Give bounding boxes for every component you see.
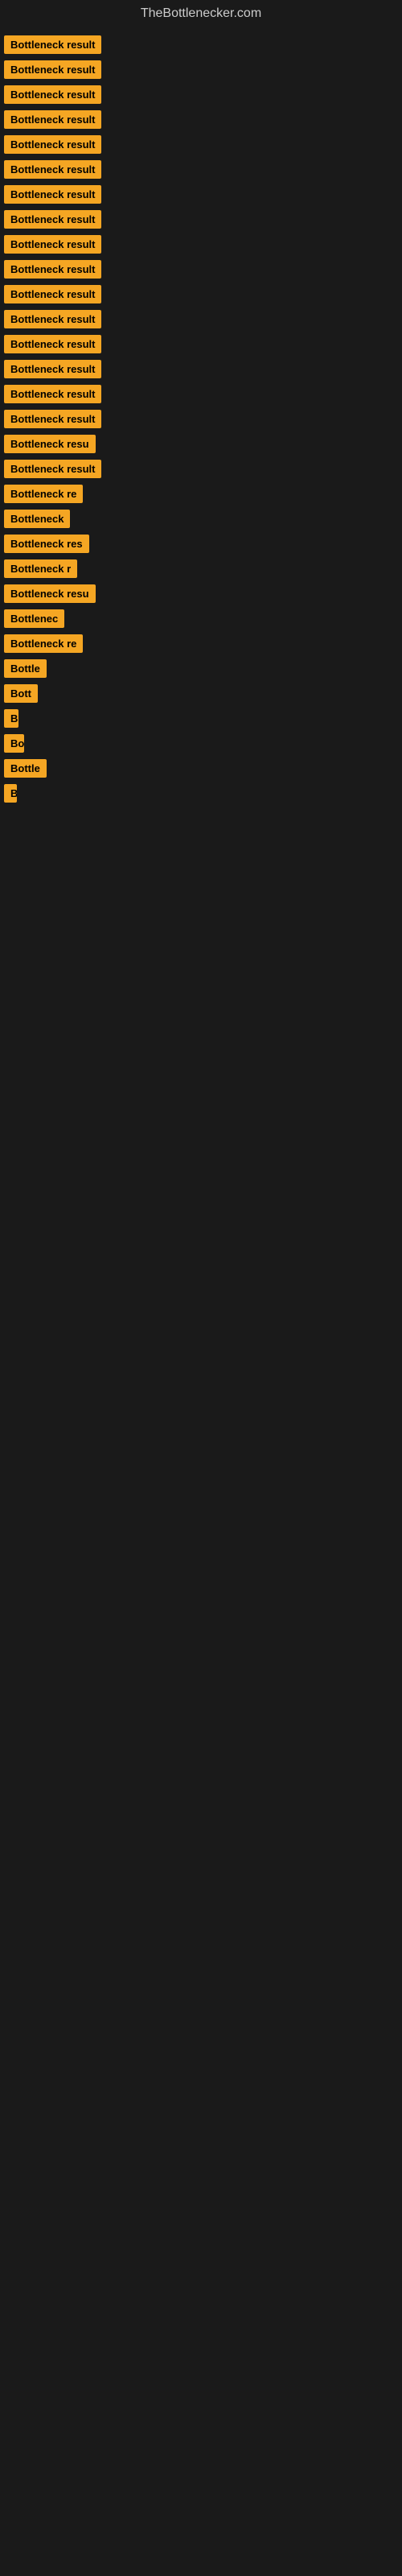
bottleneck-badge[interactable]: Bottleneck resu xyxy=(4,435,96,453)
list-item: Bottleneck result xyxy=(4,410,398,428)
list-item: Bottleneck res xyxy=(4,535,398,553)
bottleneck-badge[interactable]: B xyxy=(4,709,18,728)
bottleneck-badge[interactable]: Bottleneck result xyxy=(4,360,101,378)
bottleneck-badge[interactable]: Bottleneck result xyxy=(4,210,101,229)
list-item: Bott xyxy=(4,684,398,703)
list-item: Bottleneck result xyxy=(4,185,398,204)
list-item: Bottleneck result xyxy=(4,210,398,229)
bottleneck-badge[interactable]: Bottleneck result xyxy=(4,335,101,353)
bottleneck-badge[interactable]: Bottleneck result xyxy=(4,410,101,428)
bottleneck-badge[interactable]: Bottleneck result xyxy=(4,160,101,179)
bottleneck-badge[interactable]: Bottle xyxy=(4,759,47,778)
bottleneck-badge[interactable]: Bottleneck result xyxy=(4,260,101,279)
bottleneck-badge[interactable]: Bottlenec xyxy=(4,609,64,628)
list-item: B xyxy=(4,709,398,728)
list-item: Bottleneck result xyxy=(4,285,398,303)
list-item: Bottleneck result xyxy=(4,85,398,104)
list-item: Bottleneck result xyxy=(4,335,398,353)
site-title: TheBottlenecker.com xyxy=(0,0,402,27)
list-item: Bottleneck result xyxy=(4,310,398,328)
bottleneck-badge[interactable]: Bo xyxy=(4,734,24,753)
bottleneck-badge[interactable]: Bottle xyxy=(4,659,47,678)
bottleneck-badge[interactable]: Bott xyxy=(4,684,38,703)
bottleneck-badge[interactable]: Bottleneck result xyxy=(4,35,101,54)
bottleneck-badge[interactable]: Bottleneck result xyxy=(4,235,101,254)
bottleneck-badge[interactable]: Bottleneck result xyxy=(4,285,101,303)
bottleneck-badge[interactable]: Bottleneck result xyxy=(4,135,101,154)
list-item: Bottle xyxy=(4,759,398,778)
list-item: Bottleneck result xyxy=(4,460,398,478)
bottleneck-badge[interactable]: Bottleneck result xyxy=(4,385,101,403)
list-item: Bottlenec xyxy=(4,609,398,628)
list-item: Bottleneck re xyxy=(4,485,398,503)
bottleneck-badge[interactable]: Bottleneck result xyxy=(4,85,101,104)
bottleneck-badge[interactable]: Bottleneck re xyxy=(4,634,83,653)
bottleneck-badge[interactable]: B xyxy=(4,784,17,803)
bottleneck-badge[interactable]: Bottleneck resu xyxy=(4,584,96,603)
bottleneck-badge[interactable]: Bottleneck result xyxy=(4,460,101,478)
bottleneck-badge[interactable]: Bottleneck re xyxy=(4,485,83,503)
items-container: Bottleneck result Bottleneck result Bottle… xyxy=(0,27,402,817)
list-item: Bottleneck result xyxy=(4,235,398,254)
bottleneck-badge[interactable]: Bottleneck result xyxy=(4,185,101,204)
bottleneck-badge[interactable]: Bottleneck xyxy=(4,510,70,528)
bottleneck-badge[interactable]: Bottleneck result xyxy=(4,60,101,79)
list-item: Bottleneck result xyxy=(4,385,398,403)
list-item: Bo xyxy=(4,734,398,753)
list-item: Bottleneck result xyxy=(4,60,398,79)
list-item: Bottleneck result xyxy=(4,160,398,179)
list-item: Bottleneck xyxy=(4,510,398,528)
list-item: Bottleneck r xyxy=(4,559,398,578)
list-item: Bottleneck result xyxy=(4,260,398,279)
list-item: Bottleneck resu xyxy=(4,584,398,603)
bottleneck-badge[interactable]: Bottleneck r xyxy=(4,559,77,578)
bottleneck-badge[interactable]: Bottleneck res xyxy=(4,535,89,553)
list-item: Bottleneck result xyxy=(4,360,398,378)
list-item: B xyxy=(4,784,398,803)
list-item: Bottleneck result xyxy=(4,135,398,154)
list-item: Bottle xyxy=(4,659,398,678)
bottleneck-badge[interactable]: Bottleneck result xyxy=(4,110,101,129)
list-item: Bottleneck resu xyxy=(4,435,398,453)
list-item: Bottleneck re xyxy=(4,634,398,653)
list-item: Bottleneck result xyxy=(4,110,398,129)
bottleneck-badge[interactable]: Bottleneck result xyxy=(4,310,101,328)
list-item: Bottleneck result xyxy=(4,35,398,54)
